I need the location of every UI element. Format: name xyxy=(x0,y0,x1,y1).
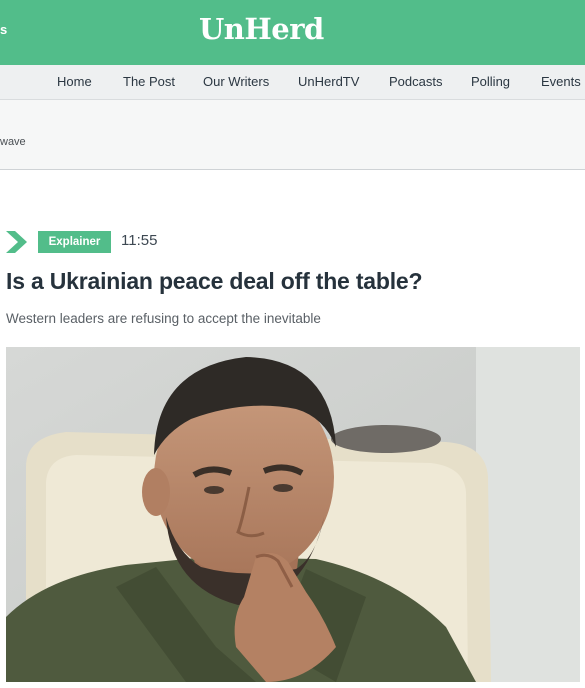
nav-item-home[interactable]: Home xyxy=(57,74,92,89)
article-photo-illustration xyxy=(6,347,580,682)
nav-item-podcasts[interactable]: Podcasts xyxy=(389,74,442,89)
article-photo[interactable] xyxy=(6,347,580,682)
article-standfirst: Western leaders are refusing to accept t… xyxy=(6,311,321,326)
site-logo[interactable]: UnHerd xyxy=(199,12,324,46)
nav-item-our-writers[interactable]: Our Writers xyxy=(203,74,269,89)
category-badge[interactable]: Explainer xyxy=(38,231,111,253)
nav-item-unherdtv[interactable]: UnHerdTV xyxy=(298,74,359,89)
article-headline[interactable]: Is a Ukrainian peace deal off the table? xyxy=(6,268,423,295)
site-header: s UnHerd xyxy=(0,0,585,65)
article-time: 11:55 xyxy=(121,232,158,249)
nav-item-polling[interactable]: Polling xyxy=(471,74,510,89)
chevron-right-icon xyxy=(6,231,27,253)
ticker-text[interactable]: wave xyxy=(0,136,26,148)
news-ticker: wave xyxy=(0,100,585,170)
main-nav: Home The Post Our Writers UnHerdTV Podca… xyxy=(0,65,585,100)
nav-item-the-post[interactable]: The Post xyxy=(123,74,175,89)
nav-item-events[interactable]: Events xyxy=(541,74,581,89)
header-left-fragment[interactable]: s xyxy=(0,22,7,37)
